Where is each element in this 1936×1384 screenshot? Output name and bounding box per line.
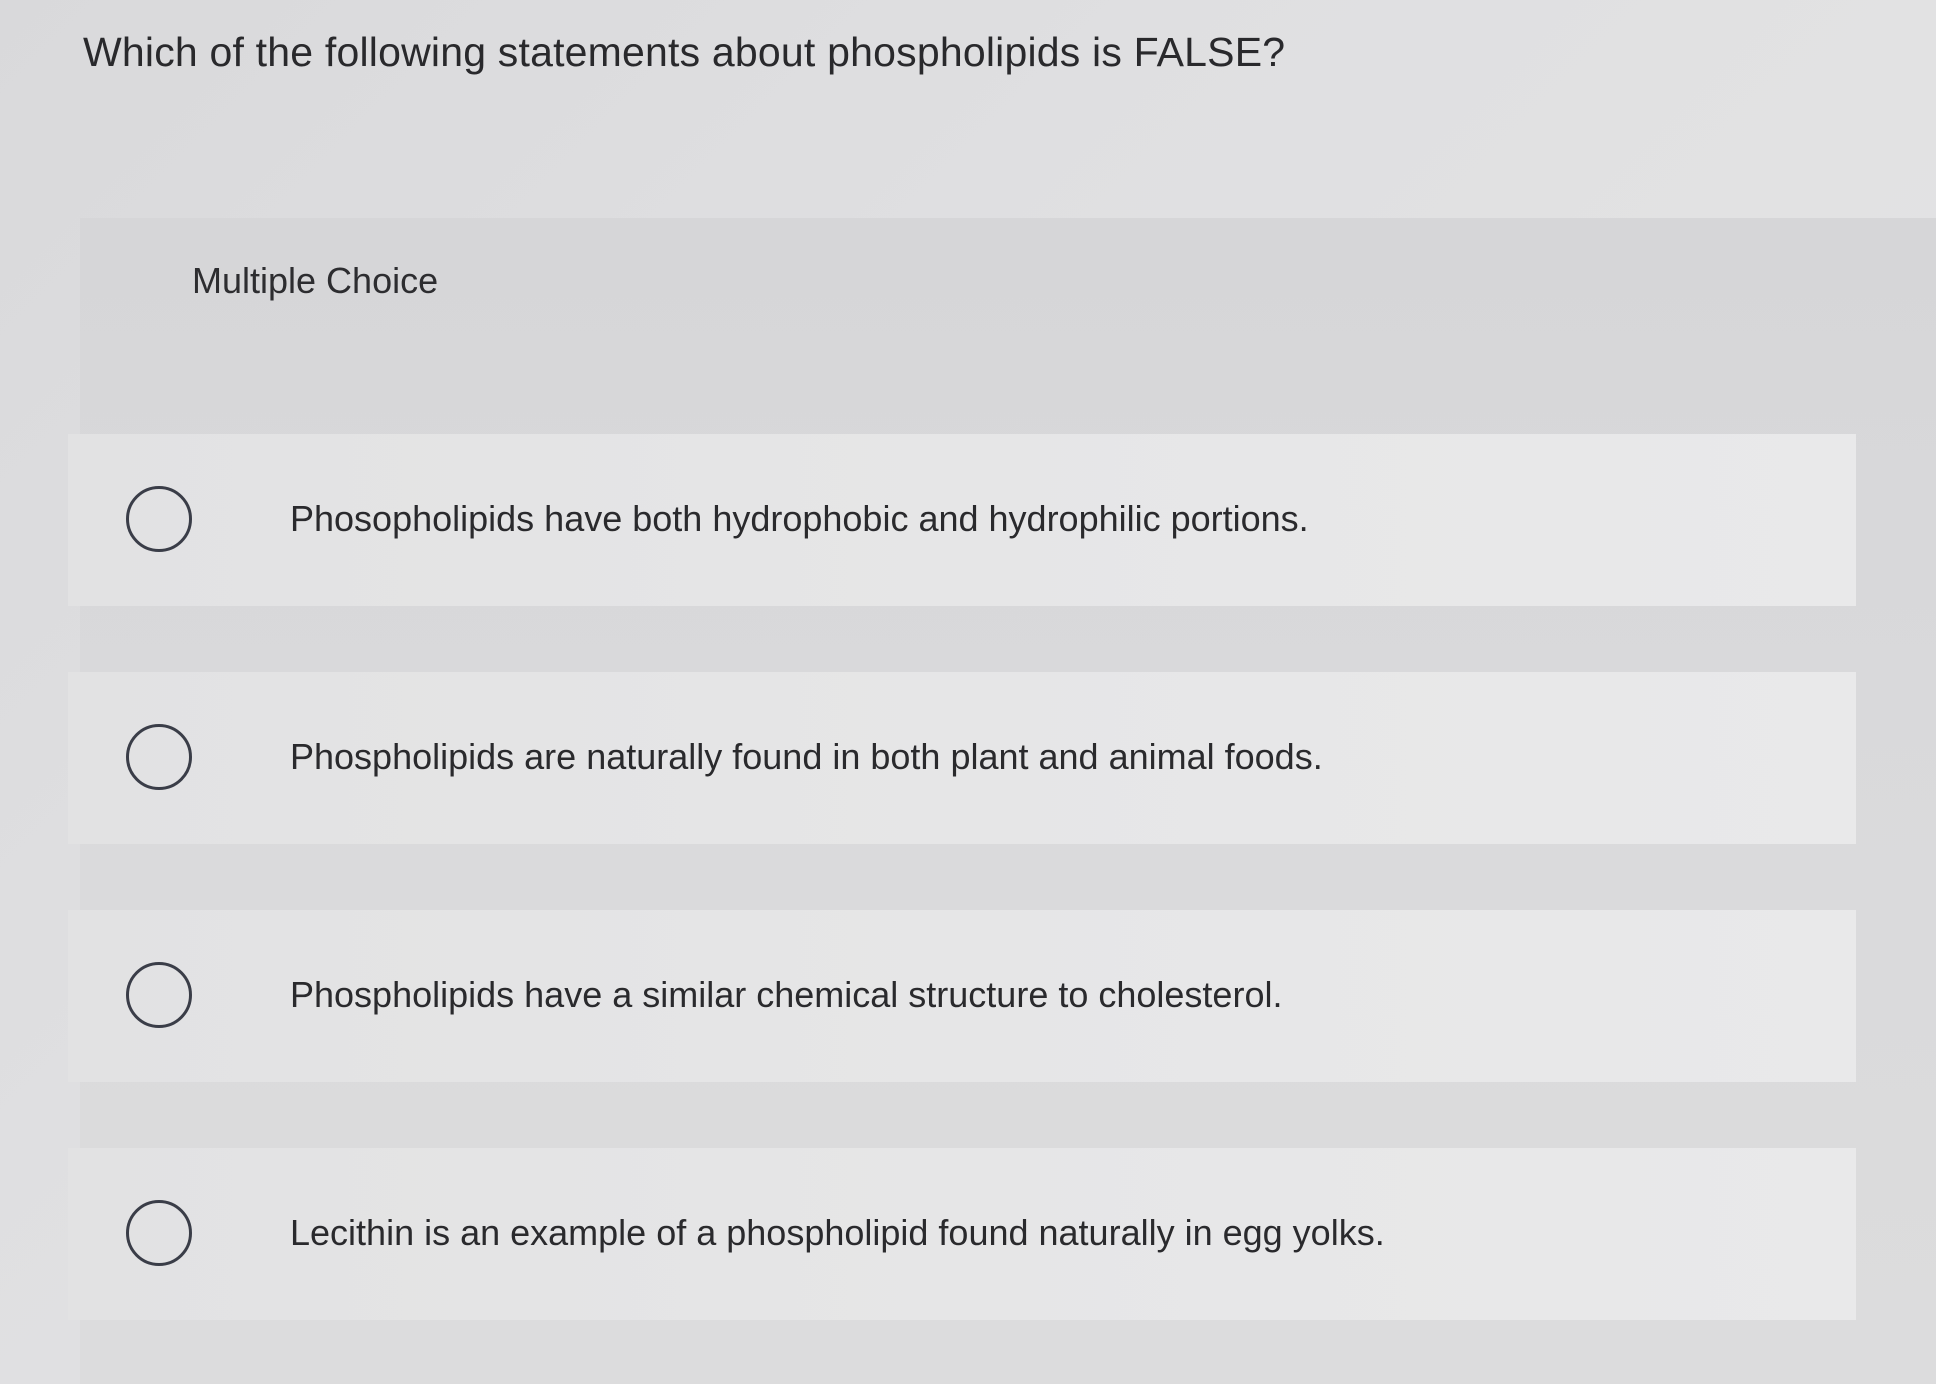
- answer-option-4[interactable]: Lecithin is an example of a phospholipid…: [68, 1148, 1856, 1320]
- answer-option-label[interactable]: Lecithin is an example of a phospholipid…: [290, 1212, 1385, 1254]
- answer-option-1[interactable]: Phosopholipids have both hydrophobic and…: [68, 434, 1856, 606]
- radio-button-icon[interactable]: [126, 724, 192, 790]
- answer-option-label[interactable]: Phospholipids have a similar chemical st…: [290, 974, 1282, 1016]
- radio-button-icon[interactable]: [126, 486, 192, 552]
- radio-button-icon[interactable]: [126, 1200, 192, 1266]
- answer-option-label[interactable]: Phosopholipids have both hydrophobic and…: [290, 498, 1309, 540]
- answer-option-label[interactable]: Phospholipids are naturally found in bot…: [290, 736, 1323, 778]
- question-type-label: Multiple Choice: [192, 260, 439, 301]
- question-text: Which of the following statements about …: [83, 29, 1286, 75]
- answer-option-3[interactable]: Phospholipids have a similar chemical st…: [68, 910, 1856, 1082]
- answer-option-2[interactable]: Phospholipids are naturally found in bot…: [68, 672, 1856, 844]
- radio-button-icon[interactable]: [126, 962, 192, 1028]
